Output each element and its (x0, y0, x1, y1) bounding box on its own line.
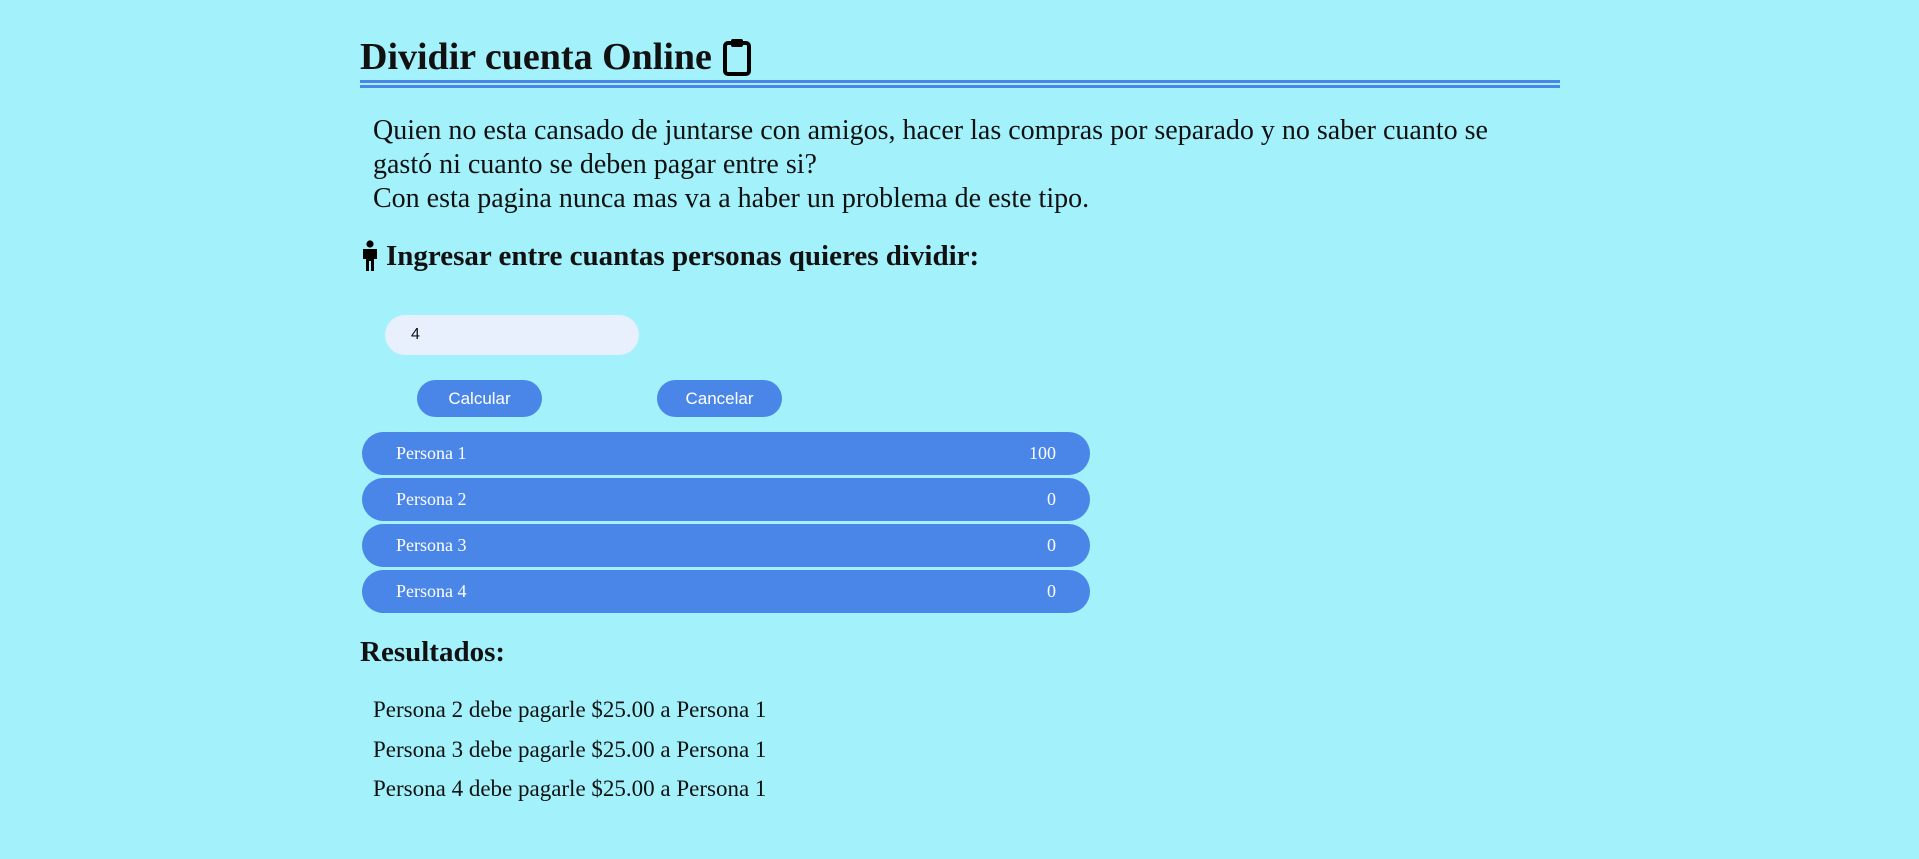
intro-line-2: Con esta pagina nunca mas va a haber un … (373, 183, 1090, 214)
person-amount[interactable]: 100 (1029, 443, 1056, 464)
clipboard-icon (722, 37, 752, 77)
result-line: Persona 2 debe pagarle $25.00 a Persona … (373, 697, 767, 722)
results-list: Persona 2 debe pagarle $25.00 a Persona … (373, 694, 766, 813)
main-container: Dividir cuenta Online Quien no esta cans… (360, 0, 1560, 801)
person-row[interactable]: Persona 2 0 (362, 478, 1090, 521)
title-divider-bottom (360, 85, 1560, 88)
result-line: Persona 4 debe pagarle $25.00 a Persona … (373, 776, 767, 801)
person-row[interactable]: Persona 3 0 (362, 524, 1090, 567)
person-name: Persona 3 (396, 535, 467, 555)
calculate-button[interactable]: Calcular (417, 380, 542, 417)
person-row[interactable]: Persona 4 0 (362, 570, 1090, 613)
people-count-heading-text: Ingresar entre cuantas personas quieres … (386, 239, 980, 272)
title-divider-top (360, 80, 1560, 83)
person-name: Persona 2 (396, 489, 467, 509)
person-row[interactable]: Persona 1 100 (362, 432, 1090, 475)
people-count-heading: Ingresar entre cuantas personas quieres … (360, 238, 1560, 274)
cancel-button[interactable]: Cancelar (657, 380, 782, 417)
page-title-text: Dividir cuenta Online (360, 36, 712, 78)
page-title: Dividir cuenta Online (360, 0, 1560, 80)
results-heading: Resultados: (360, 636, 506, 668)
person-amount[interactable]: 0 (1047, 581, 1056, 602)
person-name: Persona 4 (396, 581, 467, 601)
person-amount[interactable]: 0 (1047, 489, 1056, 510)
people-count-input[interactable] (385, 315, 639, 355)
person-amount-list: Persona 1 100 Persona 2 0 Persona 3 0 Pe… (362, 432, 1090, 616)
page: Dividir cuenta Online Quien no esta cans… (0, 0, 1919, 859)
person-icon (360, 240, 380, 272)
intro-text: Quien no esta cansado de juntarse con am… (373, 114, 1548, 216)
person-amount[interactable]: 0 (1047, 535, 1056, 556)
intro-line-1: Quien no esta cansado de juntarse con am… (373, 115, 1488, 180)
person-name: Persona 1 (396, 443, 467, 463)
result-line: Persona 3 debe pagarle $25.00 a Persona … (373, 736, 767, 762)
